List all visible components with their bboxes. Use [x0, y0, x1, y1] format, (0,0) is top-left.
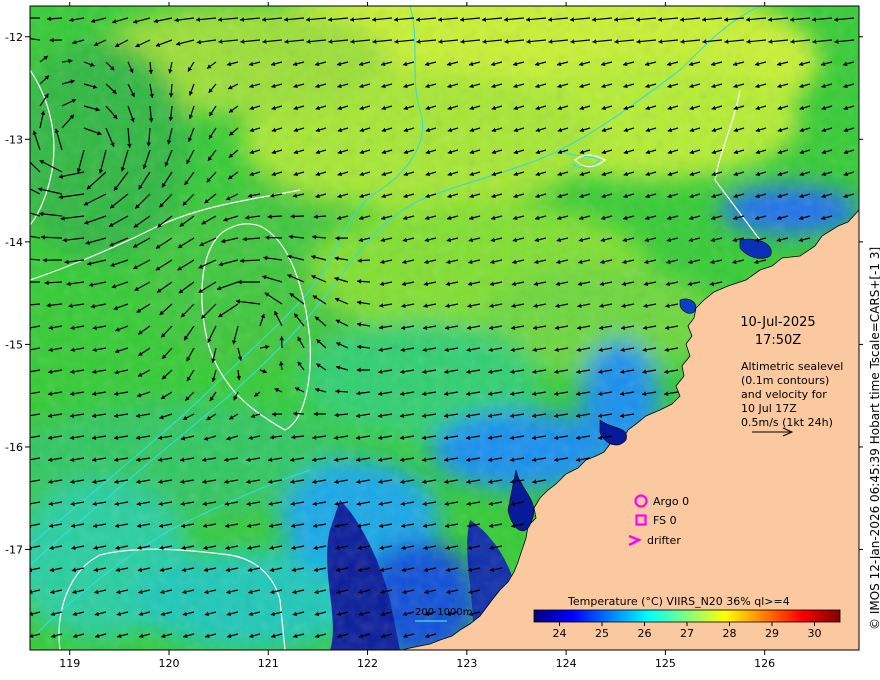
annotation-line-2: (0.1m contours)	[741, 374, 829, 387]
colorbar-tick-label: 29	[765, 627, 779, 640]
x-tick-label: 121	[258, 657, 279, 670]
drifter-label: drifter	[647, 534, 681, 547]
colorbar-tick-label: 27	[680, 627, 694, 640]
velocity-arrow-head	[20, 184, 24, 188]
fs-label: FS 0	[653, 514, 677, 527]
annotation-line-1: Altimetric sealevel	[741, 360, 843, 373]
annotation-line-3: and velocity for	[741, 388, 827, 401]
time-label: 17:50Z	[755, 333, 801, 348]
x-tick-label: 122	[357, 657, 378, 670]
colorbar	[533, 609, 841, 623]
copyright-note: © IMOS 12-Jan-2026 06:45:39 Hobart time …	[868, 247, 880, 630]
colorbar-tick-label: 28	[723, 627, 737, 640]
depth-legend-label: 200 1000m	[415, 607, 472, 618]
y-tick-label: -16	[5, 441, 23, 454]
sst-map: 119 120 121 122 123 124 125 126 -12 -13 -14 -15 -16…	[5, 2, 880, 670]
x-tick-label: 126	[754, 657, 775, 670]
x-tick-label: 124	[556, 657, 577, 670]
annotation-line-4: 10 Jul 17Z	[741, 402, 797, 415]
colorbar-title: Temperature (°C) VIIRS_N20 36% ql>=4	[567, 595, 790, 608]
y-tick-label: -15	[5, 338, 23, 351]
velocity-arrow-head	[23, 280, 27, 285]
velocity-arrow-head	[24, 156, 28, 160]
velocity-arrow-head	[20, 209, 24, 213]
colorbar-tick-label: 25	[595, 627, 609, 640]
x-tick-label: 119	[59, 657, 80, 670]
argo-label: Argo 0	[653, 495, 689, 508]
y-tick-label: -17	[5, 544, 23, 557]
y-tick-label: -12	[5, 31, 23, 44]
colorbar-tick-label: 24	[553, 627, 567, 640]
x-tick-label: 120	[158, 657, 179, 670]
velocity-arrow-head	[22, 257, 26, 262]
colorbar-tick-label: 30	[808, 627, 822, 640]
x-tick-label: 123	[456, 657, 477, 670]
date-label: 10-Jul-2025	[740, 315, 815, 330]
annotation-line-5: 0.5m/s (1kt 24h)	[741, 416, 833, 429]
velocity-arrow-head	[25, 303, 29, 308]
plot-area	[20, 6, 859, 650]
y-tick-label: -13	[5, 133, 23, 146]
velocity-arrow-head	[24, 16, 28, 21]
colorbar-tick-label: 26	[638, 627, 652, 640]
y-tick-label: -14	[5, 236, 23, 249]
x-tick-label: 125	[655, 657, 676, 670]
